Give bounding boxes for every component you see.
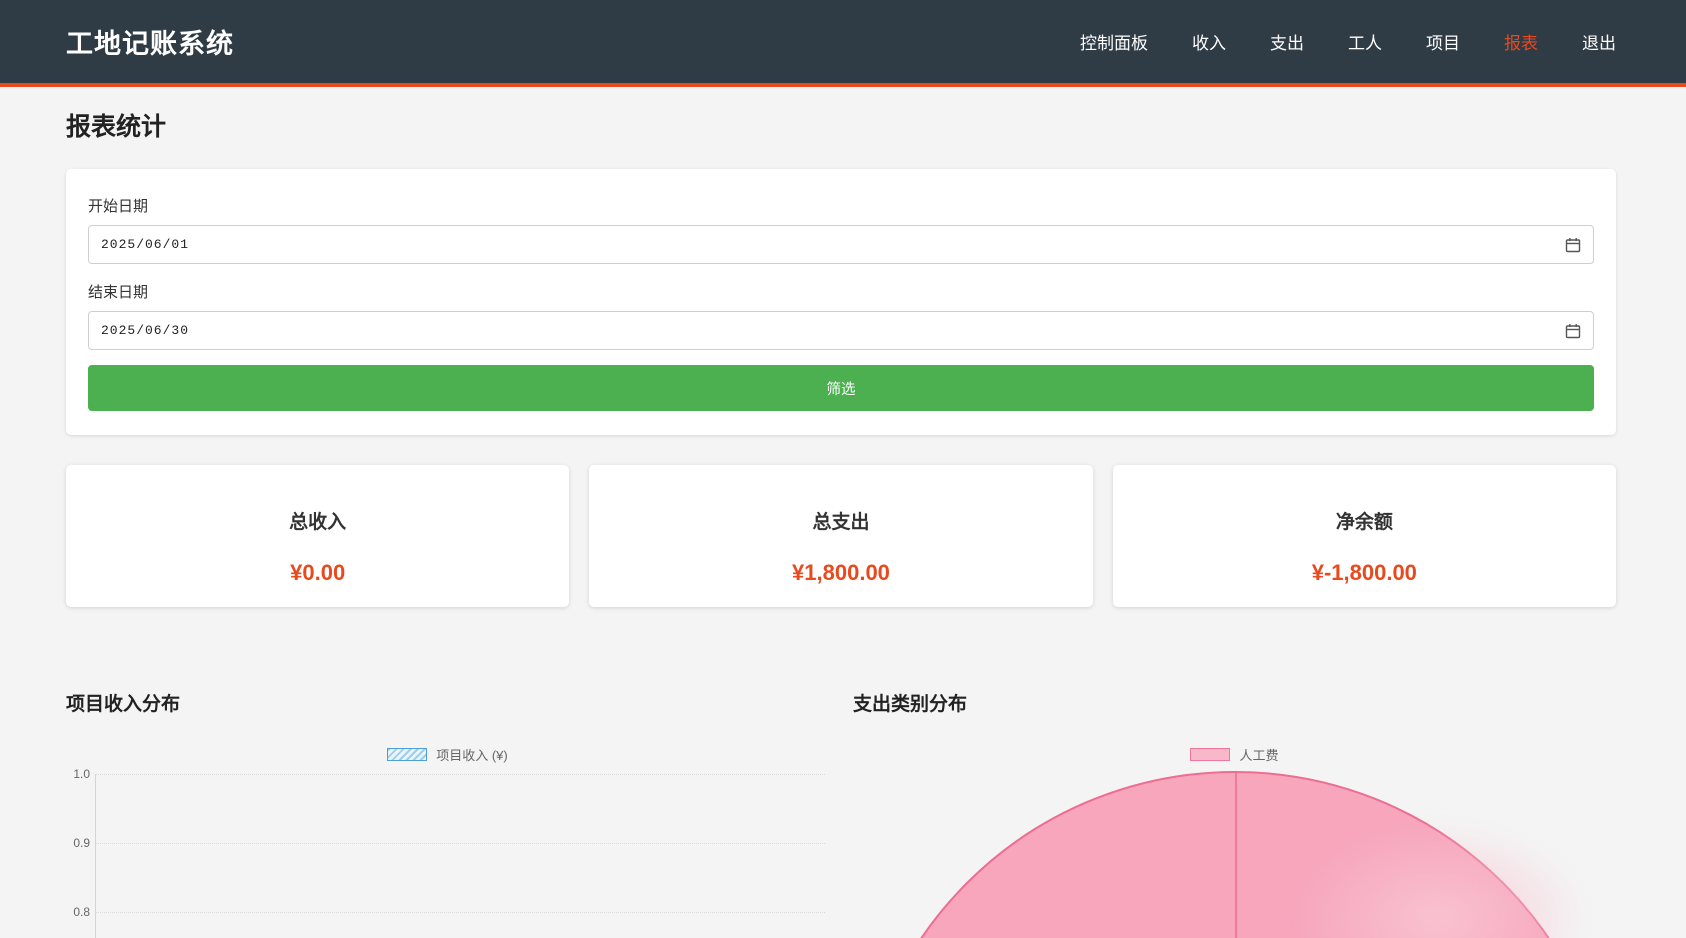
stat-value: ¥0.00 (66, 560, 569, 586)
expense-chart-legend: 人工费 (853, 745, 1616, 764)
income-chart-legend: 项目收入 (¥) (66, 745, 829, 764)
calendar-icon[interactable] (1565, 323, 1581, 339)
nav-item-dashboard[interactable]: 控制面板 (1080, 29, 1148, 54)
nav-item-logout[interactable]: 退出 (1582, 29, 1616, 54)
nav-item-reports[interactable]: 报表 (1504, 29, 1538, 54)
expense-legend-label: 人工费 (1239, 745, 1278, 764)
page-title: 报表统计 (66, 107, 1616, 143)
start-date-field (88, 225, 1594, 264)
stat-value: ¥-1,800.00 (1113, 560, 1616, 586)
start-date-label: 开始日期 (88, 195, 1594, 216)
stat-title: 总收入 (66, 507, 569, 534)
stat-value: ¥1,800.00 (589, 560, 1092, 586)
nav-item-expense[interactable]: 支出 (1270, 29, 1304, 54)
stat-title: 总支出 (589, 507, 1092, 534)
nav-list: 控制面板 收入 支出 工人 项目 报表 退出 (1080, 29, 1616, 54)
y-tick-label: 0.9 (66, 836, 90, 850)
stat-card-total-expense: 总支出 ¥1,800.00 (589, 465, 1092, 607)
gridline (96, 774, 825, 775)
stat-card-total-income: 总收入 ¥0.00 (66, 465, 569, 607)
income-chart-section: 项目收入分布 项目收入 (¥) 1.0 0.9 0.8 (66, 689, 829, 938)
end-date-field (88, 311, 1594, 350)
end-date-label: 结束日期 (88, 281, 1594, 302)
gridline (96, 843, 825, 844)
date-filter-card: 开始日期 结束日期 筛选 (66, 169, 1616, 435)
stat-title: 净余额 (1113, 507, 1616, 534)
gridline (96, 912, 825, 913)
y-axis-line (95, 774, 96, 938)
nav-item-workers[interactable]: 工人 (1348, 29, 1382, 54)
end-date-input[interactable] (88, 311, 1594, 350)
nav-item-income[interactable]: 收入 (1192, 29, 1226, 54)
nav-item-projects[interactable]: 项目 (1426, 29, 1460, 54)
y-tick-label: 0.8 (66, 905, 90, 919)
stats-row: 总收入 ¥0.00 总支出 ¥1,800.00 净余额 ¥-1,800.00 (66, 465, 1616, 607)
y-tick-label: 1.0 (66, 767, 90, 781)
filter-button[interactable]: 筛选 (88, 365, 1594, 411)
calendar-icon[interactable] (1565, 237, 1581, 253)
start-date-input[interactable] (88, 225, 1594, 264)
navbar: 工地记账系统 控制面板 收入 支出 工人 项目 报表 退出 (0, 0, 1686, 87)
income-bar-chart[interactable]: 1.0 0.9 0.8 (66, 768, 829, 938)
expense-chart-title: 支出类别分布 (853, 689, 1616, 716)
expense-legend-swatch[interactable] (1190, 748, 1230, 761)
income-legend-label: 项目收入 (¥) (436, 745, 508, 764)
income-legend-swatch[interactable] (387, 748, 427, 761)
expense-chart-section: 支出类别分布 人工费 (853, 689, 1616, 938)
charts-row: 项目收入分布 项目收入 (¥) 1.0 0.9 0.8 支出类别分布 人工费 (66, 689, 1616, 938)
stat-card-net-balance: 净余额 ¥-1,800.00 (1113, 465, 1616, 607)
pie-slice-divider (1235, 773, 1237, 938)
main-content: 报表统计 开始日期 结束日期 筛选 总收入 ¥0 (0, 87, 1686, 938)
expense-pie-chart (853, 771, 1616, 938)
app-logo[interactable]: 工地记账系统 (66, 22, 234, 61)
income-chart-title: 项目收入分布 (66, 689, 829, 716)
